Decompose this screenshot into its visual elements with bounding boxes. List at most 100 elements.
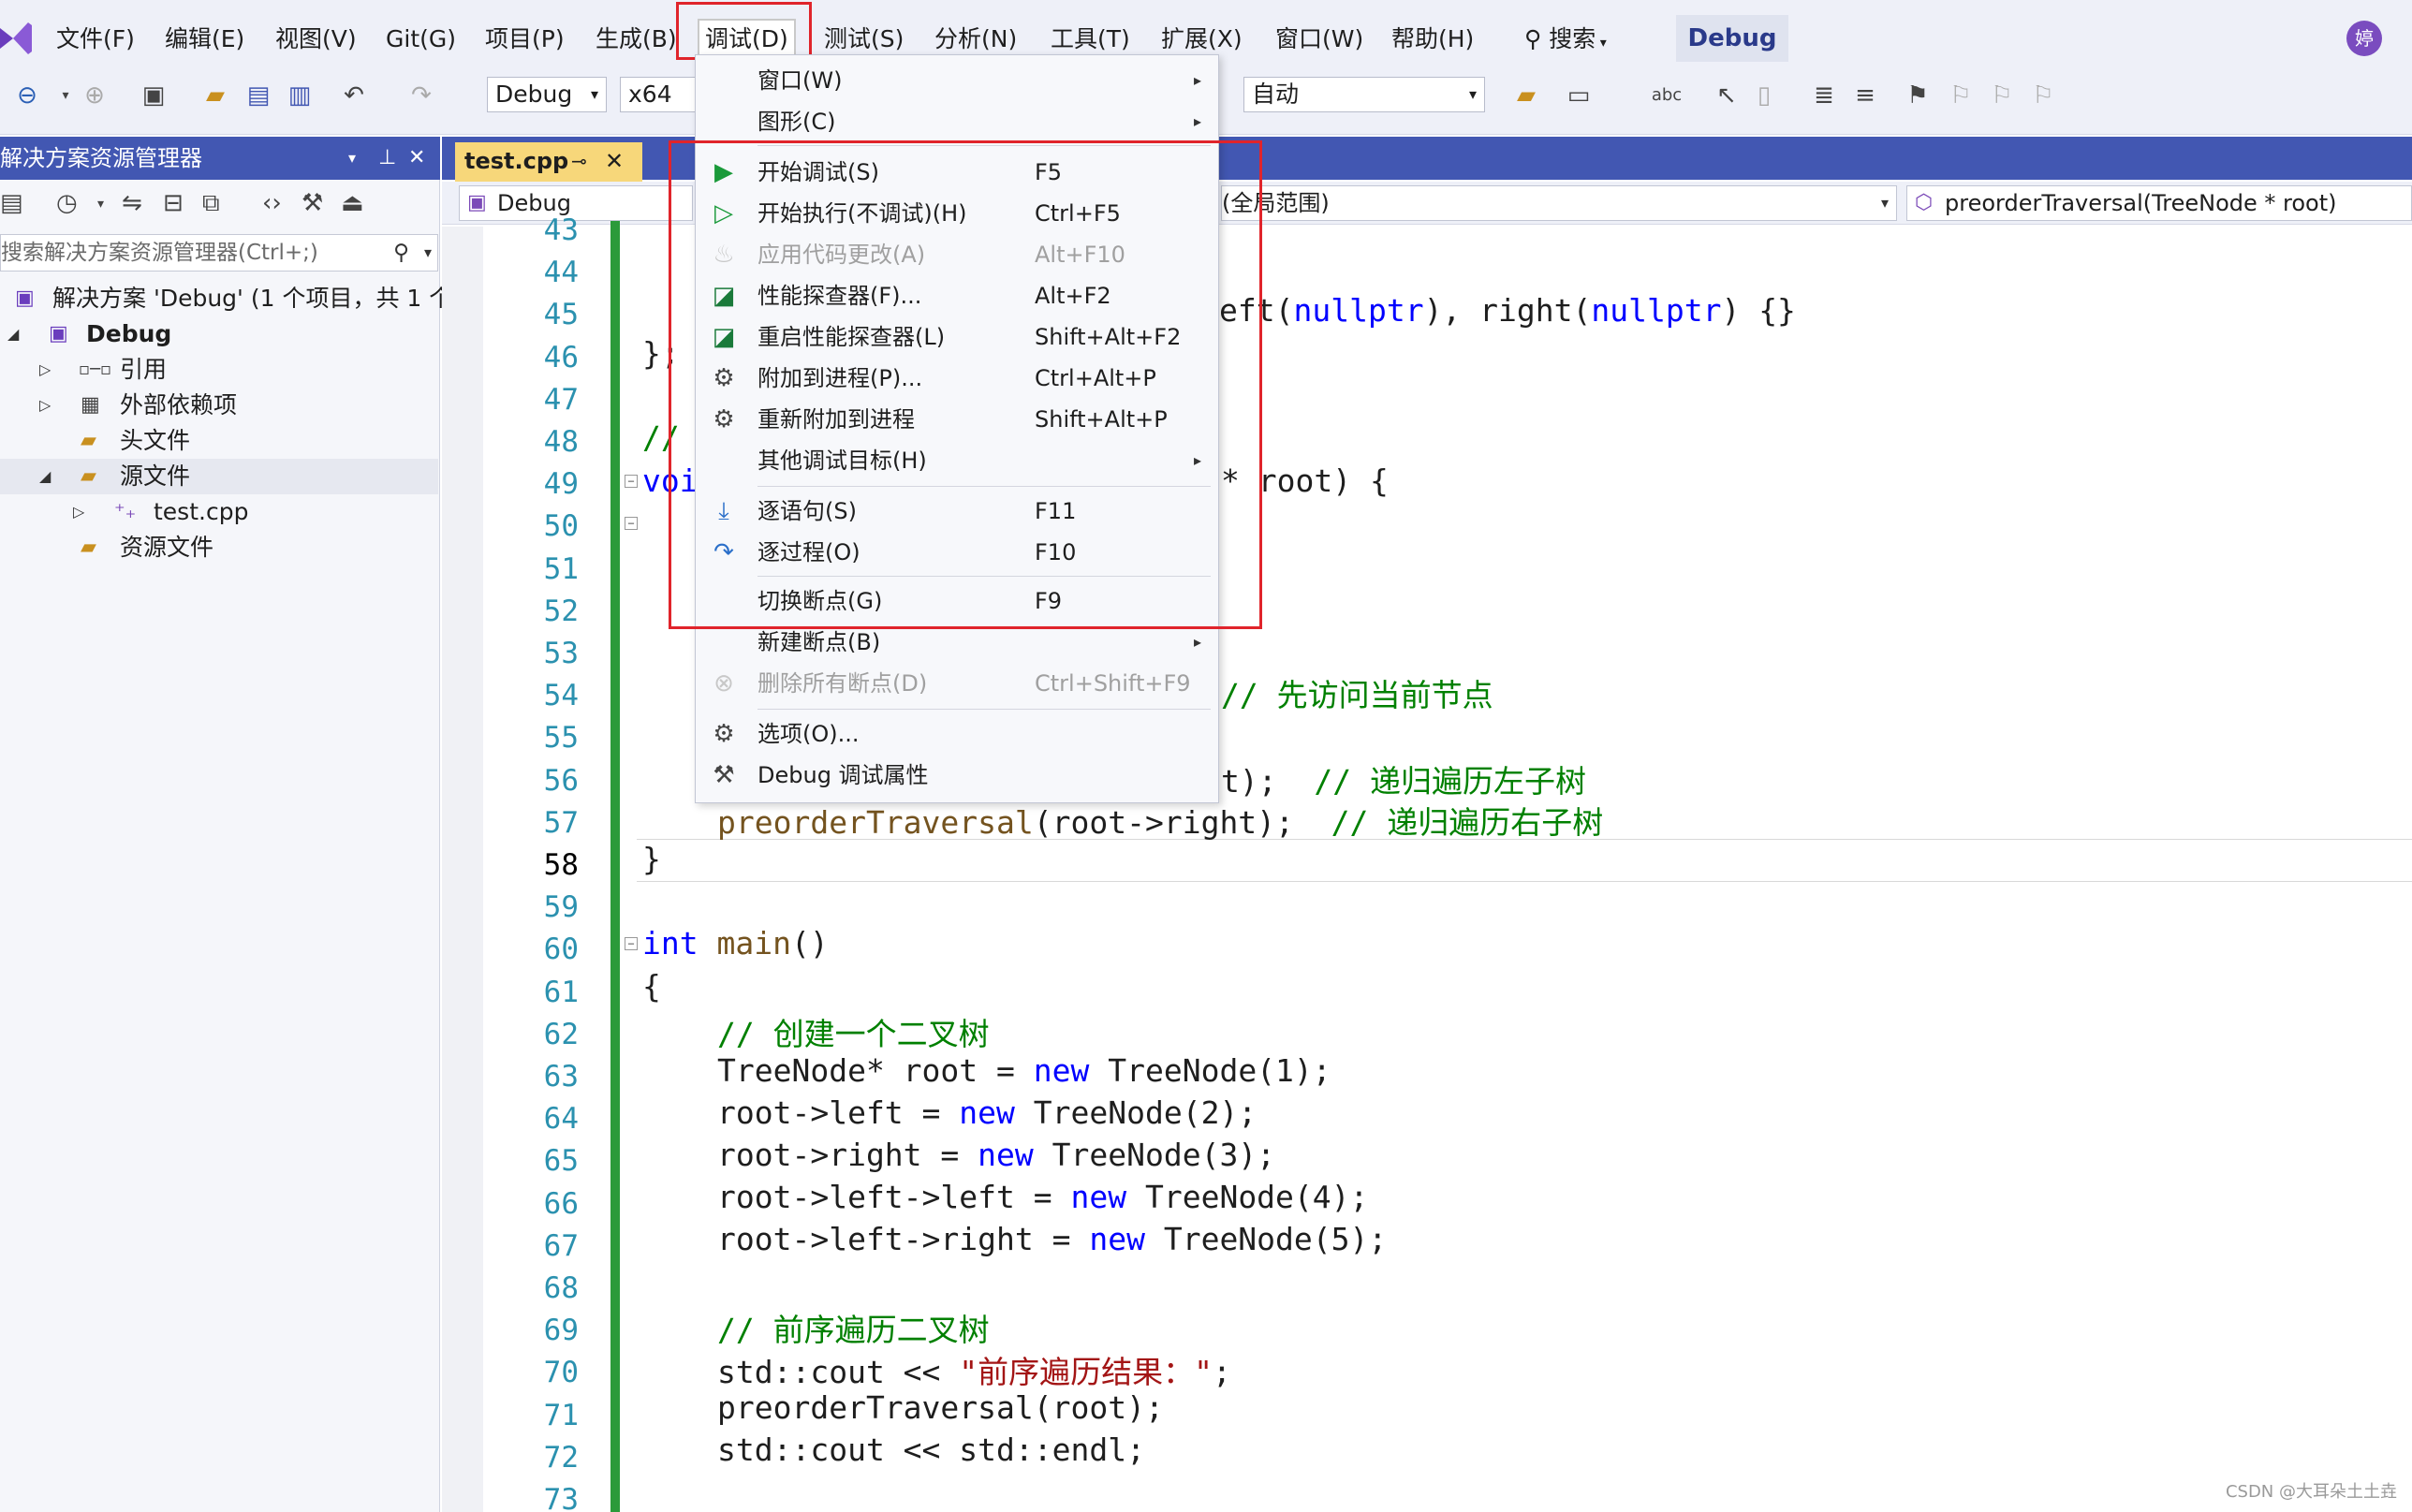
menu-item-window[interactable]: 窗口(W) ▸ (696, 61, 1218, 100)
chevron-down-icon[interactable]: ▾ (97, 197, 104, 212)
menu-item-options[interactable]: ⚙ 选项(O)... (696, 714, 1218, 754)
menu-item-delete-all-breakpoints[interactable]: ⊗ 删除所有断点(D) Ctrl+Shift+F9 (696, 664, 1218, 703)
history-icon[interactable]: ◷ (56, 189, 78, 217)
pin-icon[interactable]: ⊸ (571, 142, 587, 180)
line-number: 50 (543, 509, 579, 544)
wrench-icon[interactable]: ⚒ (302, 189, 323, 217)
fold-toggle[interactable]: − (625, 517, 638, 530)
fold-toggle[interactable]: − (625, 937, 638, 950)
menu-build[interactable]: 生成(B) (590, 21, 683, 58)
tree-item-label: 引用 (120, 356, 168, 383)
references-icon: ▫─▫ (79, 360, 112, 379)
search-button[interactable]: ⚲ 搜索 ▾ (1524, 21, 1607, 58)
code-line-69: // 前序遍历二叉树 (717, 1312, 990, 1348)
menu-item-label: 选项(O)... (757, 721, 860, 747)
redo-icon[interactable]: ↷ (404, 79, 438, 112)
prev-bookmark-icon[interactable]: ⚐ (1944, 79, 1978, 112)
fold-toggle[interactable]: − (625, 475, 638, 488)
close-icon[interactable]: ✕ (605, 142, 624, 180)
close-icon[interactable]: ✕ (408, 137, 425, 180)
menu-item-graphics[interactable]: 图形(C) ▸ (696, 102, 1218, 141)
format-icon[interactable]: ▯ (1747, 79, 1781, 112)
tree-item-project[interactable]: ◢ ▣ Debug (0, 316, 438, 352)
forward-icon[interactable]: ⊕ (81, 79, 109, 112)
tree-item-external-deps[interactable]: ▷ ▦ 外部依赖项 (0, 388, 438, 423)
menu-help[interactable]: 帮助(H) (1386, 21, 1479, 58)
tree-item-label: 资源文件 (120, 534, 214, 561)
target-select[interactable]: 自动 ▾ (1243, 77, 1485, 112)
line-number: 53 (543, 637, 579, 670)
menu-analyze[interactable]: 分析(N) (929, 21, 1022, 58)
menu-git[interactable]: Git(G) (380, 21, 462, 58)
avatar[interactable]: 婷 (2346, 21, 2382, 56)
pin-icon[interactable]: ⊥ (378, 137, 396, 180)
save-all-icon[interactable]: ▥ (283, 79, 316, 112)
indicator-margin[interactable] (442, 227, 483, 1512)
config-select[interactable]: Debug ▾ (487, 77, 607, 112)
screen-icon[interactable]: ▭ (1562, 79, 1596, 112)
line-number: 70 (543, 1356, 579, 1390)
line-number: 64 (543, 1102, 579, 1137)
indent-icon[interactable]: ≣ (1807, 79, 1841, 112)
collapsed-icon[interactable]: ▷ (39, 352, 51, 388)
menu-window[interactable]: 窗口(W) (1270, 21, 1369, 58)
tree-item-sources[interactable]: ◢ ▰ 源文件 (0, 459, 438, 494)
undo-icon[interactable]: ↶ (337, 79, 371, 112)
expanded-icon[interactable]: ◢ (39, 459, 51, 494)
nav-scope-select[interactable]: (全局范围) ▾ (1221, 185, 1897, 221)
vs-home-icon[interactable]: ▤ (0, 189, 23, 217)
collapsed-icon[interactable]: ▷ (73, 494, 84, 530)
open-icon[interactable]: ▰ (199, 79, 232, 112)
menu-edit[interactable]: 编辑(E) (159, 21, 250, 58)
sync-icon[interactable]: ⇋ (122, 189, 142, 217)
bookmark-icon[interactable]: ⚑ (1901, 79, 1934, 112)
line-number: 57 (543, 805, 579, 840)
code-token: root->left->left = (717, 1179, 1071, 1215)
code-token: main (716, 925, 791, 962)
code-token: t); (1221, 763, 1277, 800)
menu-item-debug-properties[interactable]: ⚒ Debug 调试属性 (696, 756, 1218, 795)
chevron-down-icon[interactable]: ▾ (348, 137, 356, 180)
collapsed-icon[interactable]: ▷ (39, 388, 51, 423)
next-bookmark-icon[interactable]: ⚐ (1985, 79, 2019, 112)
save-icon[interactable]: ▤ (242, 79, 275, 112)
new-project-icon[interactable]: ▣ (137, 79, 170, 112)
menu-tools[interactable]: 工具(T) (1045, 21, 1136, 58)
menu-project[interactable]: 项目(P) (479, 21, 570, 58)
vs-logo-icon[interactable] (0, 15, 34, 62)
cursor-icon[interactable]: ↖ (1710, 79, 1743, 112)
back-icon[interactable]: ⊖ (13, 79, 41, 112)
tab-test-cpp[interactable]: test.cpp ⊸ ✕ (455, 142, 642, 182)
gear-icon: ⚙ (713, 720, 735, 748)
chevron-down-icon[interactable]: ▾ (56, 79, 75, 112)
nav-member-select[interactable]: ⬡ preorderTraversal(TreeNode * root) (1906, 185, 2412, 221)
chevron-down-icon: ▾ (1596, 36, 1607, 51)
chevron-down-icon: ▾ (1880, 194, 1889, 212)
show-all-icon[interactable]: ⧉ (202, 189, 220, 218)
preview-icon[interactable]: ⏏ (341, 189, 364, 217)
solution-search-input[interactable]: 搜索解决方案资源管理器(Ctrl+;) ⚲ ▾ (0, 234, 438, 272)
spellcheck-icon[interactable]: abc (1648, 79, 1685, 112)
expanded-icon[interactable]: ◢ (7, 316, 19, 352)
comment-icon[interactable]: ≡ (1848, 79, 1882, 112)
platform-select[interactable]: x64 (620, 77, 697, 112)
line-number: 67 (543, 1228, 579, 1263)
browser-icon[interactable]: ▰ (1509, 79, 1543, 112)
clear-bookmarks-icon[interactable]: ⚐ (2026, 79, 2060, 112)
collapse-icon[interactable]: ⊟ (163, 189, 184, 217)
tree-item-test-cpp[interactable]: ▷ ⁺₊ test.cpp (0, 494, 438, 530)
tree-item-references[interactable]: ▷ ▫─▫ 引用 (0, 352, 438, 388)
menu-test[interactable]: 测试(S) (818, 21, 909, 58)
submenu-arrow-icon: ▸ (1193, 112, 1201, 130)
tree-item-headers[interactable]: ▰ 头文件 (0, 423, 438, 459)
solution-icon: ▣ (15, 286, 35, 310)
tree-item-solution[interactable]: ▣ 解决方案 'Debug' (1 个项目，共 1 个) (0, 281, 462, 316)
code-view-icon[interactable]: ‹› (262, 189, 282, 217)
solution-explorer: 解决方案资源管理器 ▾ ⊥ ✕ ▤ ◷ ▾ ⇋ ⊟ ⧉ ‹› ⚒ ⏏ 搜索解决方… (0, 137, 462, 1512)
tree-item-resources[interactable]: ▰ 资源文件 (0, 530, 438, 565)
menu-view[interactable]: 视图(V) (270, 21, 362, 58)
menu-file[interactable]: 文件(F) (51, 21, 140, 58)
line-number: 45 (543, 298, 579, 332)
line-number: 56 (543, 763, 579, 798)
menu-extensions[interactable]: 扩展(X) (1155, 21, 1248, 58)
